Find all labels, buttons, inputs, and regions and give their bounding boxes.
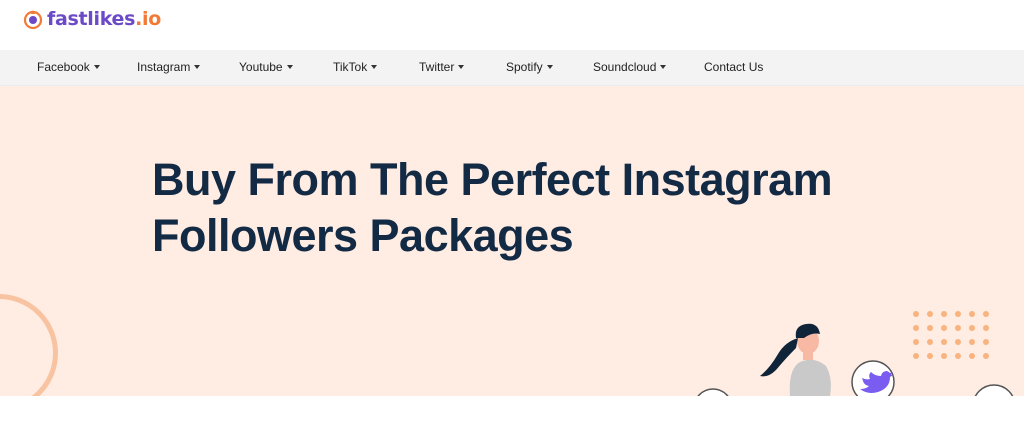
woman-figure <box>760 323 831 396</box>
nav-item-instagram[interactable]: Instagram <box>137 50 201 85</box>
hero-title-line-2: Followers Packages <box>152 210 574 261</box>
site-logo[interactable]: fastlikes.io <box>22 8 161 30</box>
nav-item-label: TikTok <box>333 60 368 74</box>
nav-item-facebook[interactable]: Facebook <box>37 50 100 85</box>
nav-item-label: Contact Us <box>704 60 764 74</box>
nav-item-soundcloud[interactable]: Soundcloud <box>593 50 667 85</box>
twitter-bird-icon <box>860 371 893 393</box>
social-circle-twitter <box>851 360 895 396</box>
decorative-dot-grid <box>913 311 989 359</box>
nav-item-label: Spotify <box>506 60 543 74</box>
hero-title: Buy From The Perfect Instagram Followers… <box>152 152 912 264</box>
nav-item-label: Soundcloud <box>593 60 657 74</box>
chevron-down-icon <box>371 65 378 69</box>
site-header: fastlikes.io <box>0 0 1024 50</box>
logo-name: fastlikes <box>47 8 136 30</box>
social-circle-left <box>697 388 729 396</box>
nav-item-spotify[interactable]: Spotify <box>506 50 553 85</box>
chevron-down-icon <box>458 65 465 69</box>
chevron-down-icon <box>286 65 293 69</box>
chevron-down-icon <box>93 65 100 69</box>
nav-item-tiktok[interactable]: TikTok <box>333 50 378 85</box>
logo-mark-icon <box>23 10 43 30</box>
main-nav: Facebook Instagram Youtube TikTok Twitte… <box>0 50 1024 86</box>
decorative-ring <box>0 294 58 396</box>
chevron-down-icon <box>194 65 201 69</box>
hero-section: Buy From The Perfect Instagram Followers… <box>0 86 1024 396</box>
logo-tld: .io <box>135 8 162 30</box>
nav-item-label: Youtube <box>239 60 283 74</box>
nav-item-label: Facebook <box>37 60 90 74</box>
social-circle-right <box>974 384 1014 396</box>
nav-item-twitter[interactable]: Twitter <box>419 50 465 85</box>
nav-item-label: Instagram <box>137 60 191 74</box>
nav-item-youtube[interactable]: Youtube <box>239 50 293 85</box>
chevron-down-icon <box>660 65 667 69</box>
nav-item-contact-us[interactable]: Contact Us <box>704 50 763 85</box>
chevron-down-icon <box>546 65 553 69</box>
nav-item-label: Twitter <box>419 60 455 74</box>
hero-title-line-1: Buy From The Perfect Instagram <box>152 154 833 205</box>
